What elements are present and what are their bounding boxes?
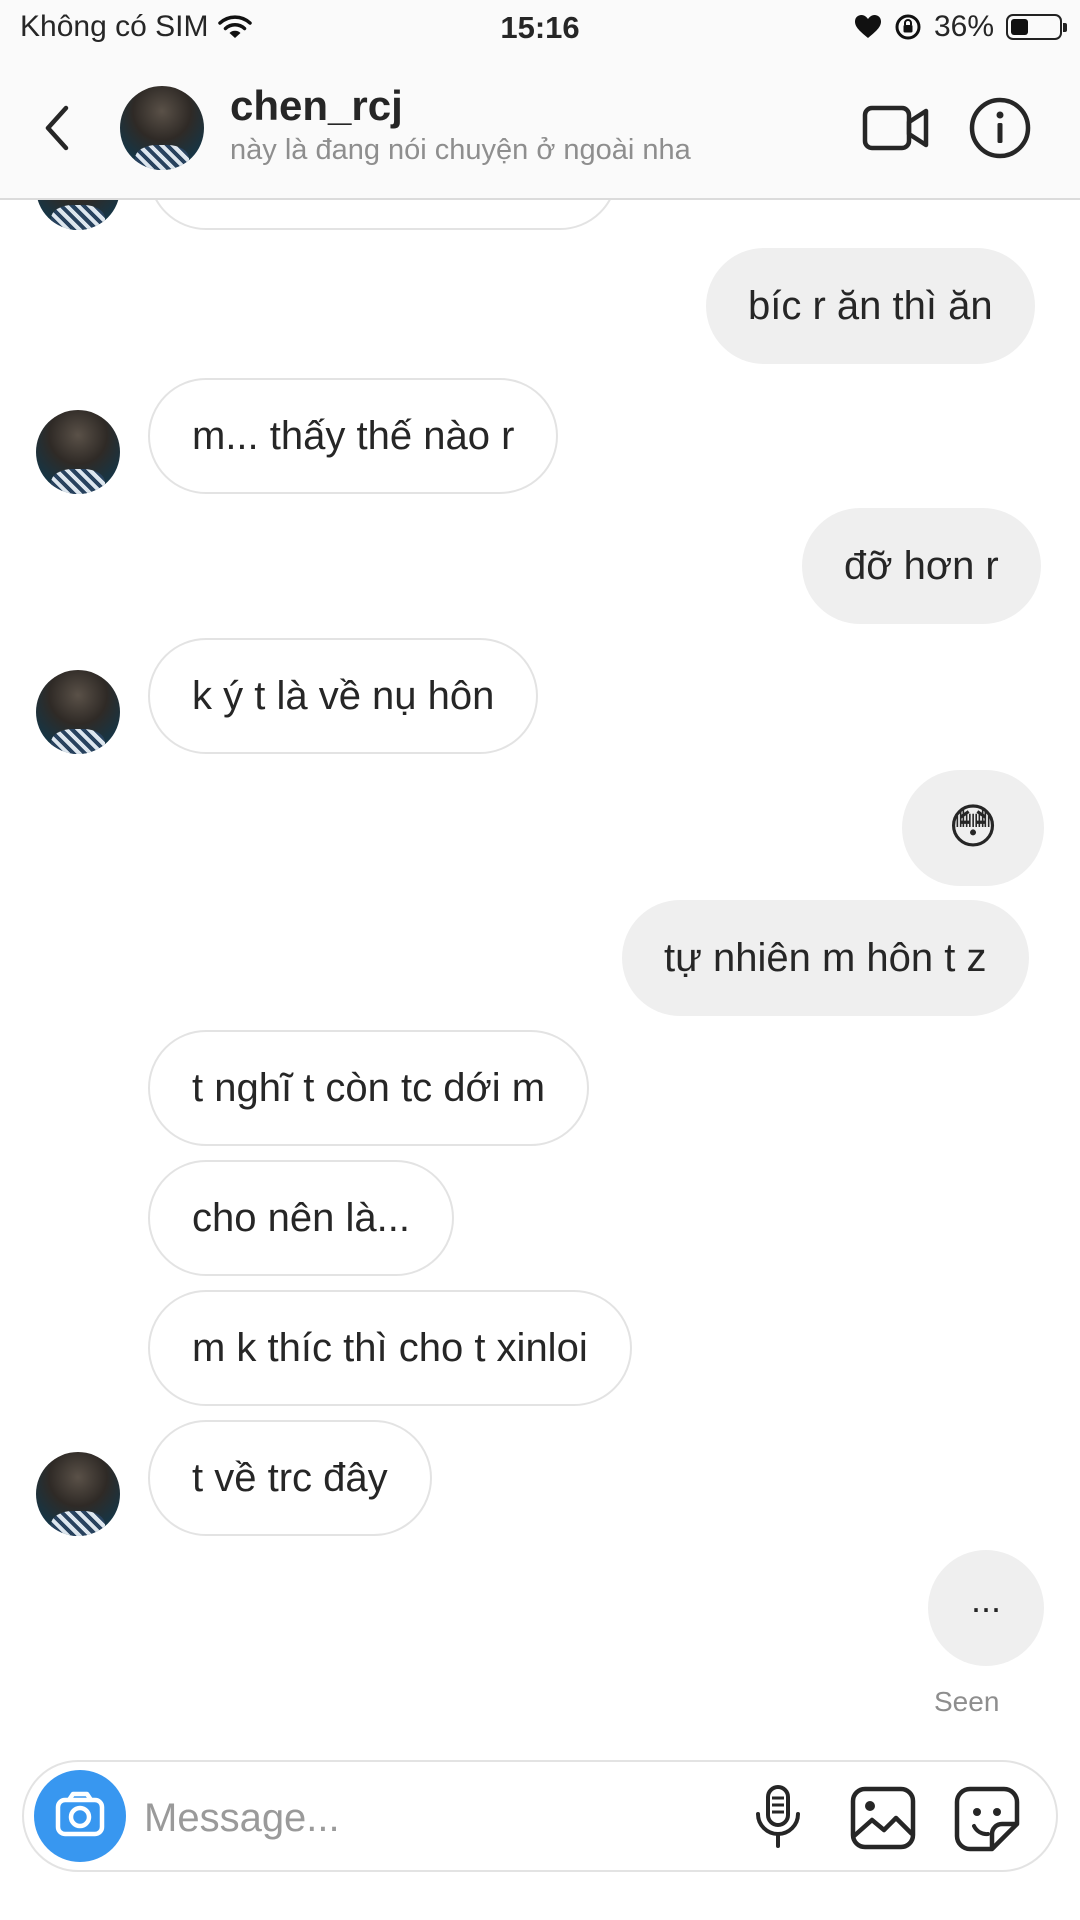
sender-avatar[interactable]	[36, 670, 120, 754]
message-bubble-outgoing[interactable]: bíc r ăn thì ăn	[706, 248, 1035, 364]
sender-avatar[interactable]	[36, 200, 120, 230]
seen-indicator: Seen	[934, 1686, 1000, 1717]
message-bubble-emoji[interactable]: 😳	[902, 770, 1044, 886]
message-bubble-outgoing[interactable]: tự nhiên m hôn t z	[622, 900, 1029, 1016]
message-thread[interactable]: bíc r ăn thì ăn m... thấy thế nào r đỡ h…	[0, 200, 1080, 1740]
camera-button[interactable]	[34, 1770, 126, 1862]
gallery-button[interactable]	[850, 1786, 916, 1850]
message-composer	[22, 1760, 1058, 1872]
message-bubble-outgoing[interactable]: ...	[928, 1550, 1044, 1666]
back-button[interactable]	[36, 98, 82, 158]
battery-icon	[1006, 14, 1067, 40]
message-bubble-outgoing[interactable]: đỡ hơn r	[802, 508, 1041, 624]
message-input[interactable]	[142, 1782, 586, 1854]
camera-icon	[55, 1791, 105, 1837]
chat-header: chen_rcj này là đang nói chuyện ở ngoài …	[0, 56, 1080, 200]
chat-subtitle: này là đang nói chuyện ở ngoài nha	[230, 134, 691, 166]
voice-message-button[interactable]	[750, 1784, 806, 1850]
battery-percent: 36%	[933, 10, 994, 43]
message-bubble-incoming[interactable]: t về trc đây	[148, 1420, 432, 1536]
message-bubble-incoming[interactable]: m k thíc thì cho t xinloi	[148, 1290, 632, 1406]
message-bubble-incoming[interactable]: k ý t là về nụ hôn	[148, 638, 539, 754]
info-button[interactable]	[968, 96, 1032, 160]
sticker-icon	[954, 1786, 1020, 1852]
info-icon	[969, 97, 1031, 159]
message-bubble-partial	[148, 200, 618, 230]
orientation-lock-icon	[894, 13, 922, 41]
message-bubble-incoming[interactable]: m... thấy thế nào r	[148, 378, 559, 494]
status-bar: Không có SIM 15:16 36%	[0, 0, 1080, 56]
video-camera-icon	[862, 105, 929, 151]
image-icon	[850, 1786, 916, 1850]
chevron-left-icon	[45, 105, 69, 151]
video-call-button[interactable]	[862, 100, 930, 156]
heart-icon	[854, 14, 882, 40]
message-bubble-incoming[interactable]: t nghĩ t còn tc dới m	[148, 1030, 590, 1146]
sender-avatar[interactable]	[36, 1452, 120, 1536]
message-bubble-incoming[interactable]: cho nên là...	[148, 1160, 454, 1276]
sender-avatar[interactable]	[36, 410, 120, 494]
chat-username[interactable]: chen_rcj	[230, 82, 403, 130]
microphone-icon	[756, 1785, 800, 1848]
sticker-button[interactable]	[954, 1786, 1020, 1852]
status-right: 36%	[854, 10, 1067, 44]
header-avatar[interactable]	[120, 86, 204, 170]
battery-fill	[1011, 19, 1028, 35]
